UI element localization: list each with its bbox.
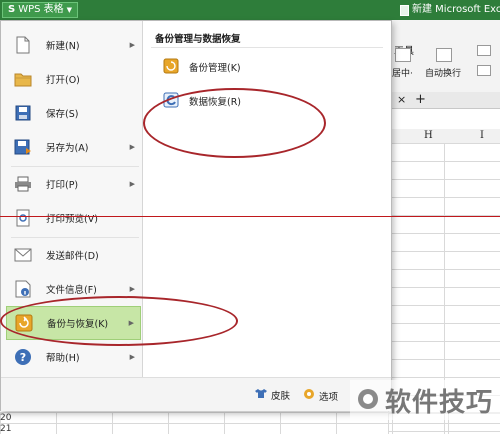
menu-item-new[interactable]: 新建(N) ▶ xyxy=(6,28,141,62)
svg-text:?: ? xyxy=(20,351,26,364)
submenu-arrow-icon: ▶ xyxy=(129,41,135,49)
open-folder-icon xyxy=(14,70,32,88)
save-as-icon xyxy=(14,138,32,156)
close-tab-icon[interactable]: × xyxy=(397,93,406,106)
menu-item-label: 打开(O) xyxy=(46,75,80,86)
wrap-text-icon xyxy=(436,48,452,62)
align-center-icon xyxy=(395,48,411,62)
submenu-divider xyxy=(151,47,383,48)
menu-item-label: 打印预览(V) xyxy=(46,214,98,225)
submenu-title: 备份管理与数据恢复 xyxy=(155,34,241,45)
submenu-item-backup-manage[interactable]: 备份管理(K) xyxy=(163,57,241,77)
watermark-text: 软件技巧 xyxy=(384,387,493,418)
menu-item-open[interactable]: 打开(O) xyxy=(6,62,141,96)
add-tab-icon[interactable]: + xyxy=(415,92,426,107)
data-recovery-icon xyxy=(163,92,179,111)
submenu-arrow-icon: ▶ xyxy=(129,353,135,361)
menu-item-label: 保存(S) xyxy=(46,109,79,120)
title-bar: S WPS 表格 ▼ 新建 Microsoft Exce xyxy=(0,0,500,20)
skin-label: 皮肤 xyxy=(271,391,291,402)
menu-item-help[interactable]: ? 帮助(H) ▶ xyxy=(6,340,141,374)
watermark: 软件技巧 xyxy=(350,380,500,420)
menu-item-label: 发送邮件(D) xyxy=(46,251,99,262)
submenu-item-label: 数据恢复(R) xyxy=(189,97,242,108)
wps-logo-icon: S xyxy=(8,4,16,15)
decimal-icon xyxy=(477,65,491,76)
sheet-tab-row: × + xyxy=(380,92,500,109)
menu-item-print-preview[interactable]: 打印预览(V) xyxy=(6,201,141,235)
new-doc-icon xyxy=(14,36,32,54)
shirt-icon xyxy=(255,388,267,402)
file-info-icon xyxy=(14,280,32,298)
menu-item-print[interactable]: 打印(P) ▶ xyxy=(6,167,141,201)
percent-icon xyxy=(477,45,491,56)
menu-item-label: 帮助(H) xyxy=(46,353,80,364)
submenu-arrow-icon: ▶ xyxy=(129,143,135,151)
wps-menu-label: WPS 表格 xyxy=(18,4,64,15)
menu-item-label: 新建(N) xyxy=(46,41,80,52)
column-header-H[interactable]: H xyxy=(424,130,433,141)
merge-center-button[interactable]: 居中· xyxy=(392,66,413,79)
menu-item-label: 文件信息(F) xyxy=(46,285,97,296)
row-header-21[interactable]: 21 xyxy=(0,424,20,434)
menu-item-label: 打印(P) xyxy=(46,180,79,191)
chevron-down-icon: ▼ xyxy=(66,6,73,14)
gear-icon xyxy=(303,388,315,403)
menu-item-send-mail[interactable]: 发送邮件(D) xyxy=(6,238,141,272)
options-label: 选项 xyxy=(319,391,339,403)
watermark-logo-icon xyxy=(357,388,379,413)
column-header-I[interactable]: I xyxy=(480,130,484,141)
print-preview-icon xyxy=(14,209,32,227)
print-icon xyxy=(14,175,32,193)
submenu-arrow-icon: ▶ xyxy=(129,285,135,293)
window-title-text: 新建 Microsoft Exce xyxy=(412,4,500,15)
wps-menu-button[interactable]: S WPS 表格 ▼ xyxy=(2,2,79,18)
submenu-arrow-icon: ▶ xyxy=(128,319,134,327)
menu-item-backup-restore[interactable]: 备份与恢复(K) ▶ xyxy=(6,306,141,340)
backup-manage-icon xyxy=(163,58,179,77)
wrap-text-button[interactable]: 自动换行 xyxy=(425,66,461,79)
skin-button[interactable]: 皮肤 xyxy=(255,388,290,402)
save-icon xyxy=(14,104,32,122)
mail-icon xyxy=(14,246,32,264)
help-icon: ? xyxy=(14,348,32,366)
menu-footer: 皮肤 选项 xyxy=(1,377,391,411)
column-header-row: H I xyxy=(388,129,500,144)
document-icon xyxy=(400,4,409,16)
options-button[interactable]: 选项 xyxy=(303,388,338,403)
submenu-pane: 备份管理与数据恢复 备份管理(K) 数据恢复(R) xyxy=(143,21,391,377)
submenu-item-label: 备份管理(K) xyxy=(189,63,241,74)
menu-item-file-info[interactable]: 文件信息(F) ▶ xyxy=(6,272,141,306)
window-title: 新建 Microsoft Exce xyxy=(400,0,500,20)
row-header-20[interactable]: 20 xyxy=(0,413,20,423)
menu-left-pane: 新建(N) ▶ 打开(O) 保存(S) 另存为(A) ▶ 打印(P) ▶ 打印预… xyxy=(1,21,143,377)
menu-item-save-as[interactable]: 另存为(A) ▶ xyxy=(6,130,141,164)
menu-item-label: 备份与恢复(K) xyxy=(47,319,109,330)
annotation-line xyxy=(0,216,500,217)
menu-item-save[interactable]: 保存(S) xyxy=(6,96,141,130)
submenu-arrow-icon: ▶ xyxy=(129,180,135,188)
submenu-item-data-recovery[interactable]: 数据恢复(R) xyxy=(163,91,241,111)
backup-icon xyxy=(15,314,33,332)
menu-item-label: 另存为(A) xyxy=(46,143,89,154)
